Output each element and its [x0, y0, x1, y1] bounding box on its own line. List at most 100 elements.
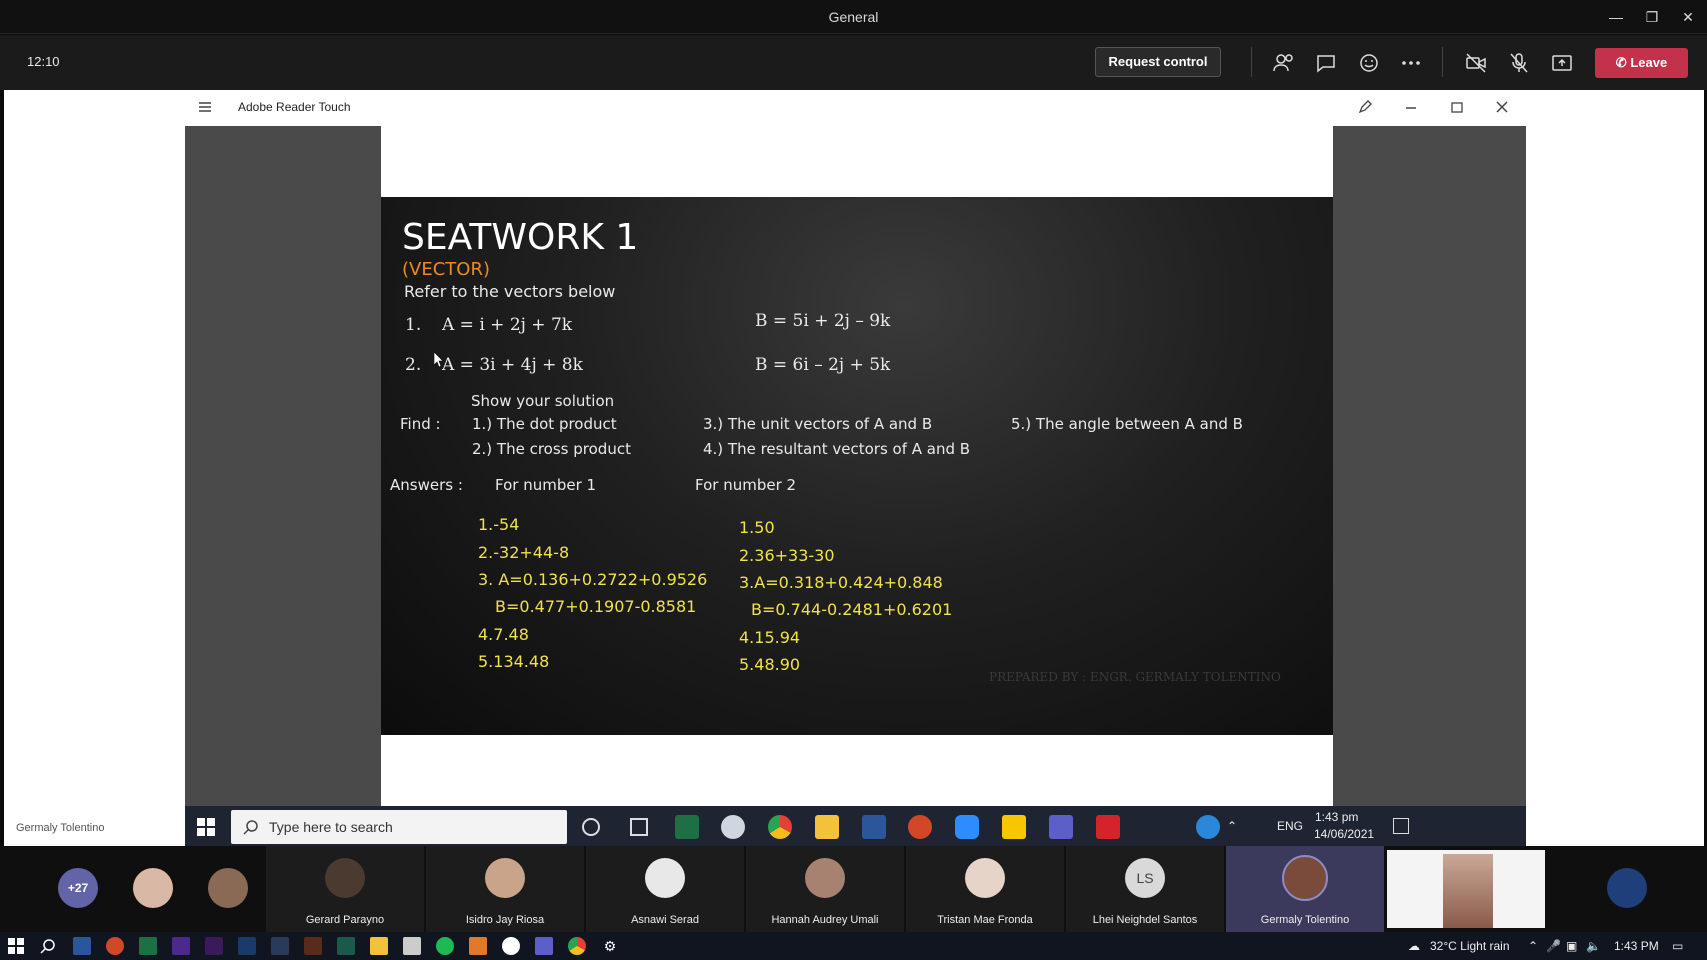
avatar[interactable]: [208, 868, 248, 908]
problem-vector-a: A = i + 2j + 7k: [442, 315, 573, 335]
powerpoint-icon[interactable]: [908, 815, 932, 839]
network-icon[interactable]: ▣: [1566, 939, 1577, 953]
chat-icon[interactable]: [1314, 51, 1338, 75]
pen-icon[interactable]: [1356, 98, 1374, 116]
excel-icon[interactable]: [675, 815, 699, 839]
os-taskbar: ⚙ ☁ 32°C Light rain ⌃ 🎤 ▣ 🔈 1:43 PM ▭: [0, 932, 1707, 960]
volume-icon[interactable]: 🔈: [1586, 939, 1601, 953]
weather-cloud-icon[interactable]: ☁: [1408, 939, 1420, 953]
word-icon[interactable]: [862, 815, 886, 839]
audition-icon[interactable]: [337, 937, 355, 955]
notification-icon[interactable]: [1393, 818, 1409, 834]
participant-tile[interactable]: Hannah Audrey Umali: [746, 846, 904, 932]
participant-tile[interactable]: Tristan Mae Fronda: [906, 846, 1064, 932]
self-video-preview[interactable]: [1387, 850, 1545, 928]
notification-icon[interactable]: ▭: [1672, 939, 1683, 953]
inner-clock-time: 1:43 pm: [1315, 810, 1359, 824]
teams-icon[interactable]: [535, 937, 553, 955]
lightroom-icon[interactable]: [271, 937, 289, 955]
problem-vector-b: B = 6i – 2j + 5k: [755, 355, 891, 375]
file-explorer-icon[interactable]: [370, 937, 388, 955]
inner-clock-date: 14/06/2021: [1314, 827, 1375, 841]
avatar[interactable]: [133, 868, 173, 908]
avatar[interactable]: [1607, 868, 1647, 908]
participant-strip: +27 Gerard Parayno Isidro Jay Riosa Asna…: [0, 846, 1707, 932]
reactions-icon[interactable]: [1357, 51, 1381, 75]
menu-icon[interactable]: [196, 98, 214, 116]
acrobat-icon[interactable]: [1096, 815, 1120, 839]
answer-col2: 4.15.94: [739, 628, 801, 647]
search-icon[interactable]: [40, 938, 56, 954]
phone-hangup-icon: ✆: [1615, 55, 1627, 70]
self-video-person: [1443, 854, 1493, 928]
file-explorer-icon[interactable]: [815, 815, 839, 839]
restore-icon[interactable]: [1448, 98, 1466, 116]
request-control-button[interactable]: Request control: [1095, 47, 1221, 77]
problem-number: 1.: [405, 315, 422, 335]
cortana-icon[interactable]: [582, 818, 600, 836]
premiere-icon[interactable]: [205, 937, 223, 955]
camera-off-icon[interactable]: [1464, 51, 1488, 75]
slide-footer: PREPARED BY : ENGR. GERMALY TOLENTINO: [989, 670, 1281, 684]
task-view-icon[interactable]: [630, 818, 648, 836]
chrome-icon[interactable]: [768, 815, 792, 839]
teams-icon[interactable]: [1049, 815, 1073, 839]
os-clock-time: 1:43 PM: [1614, 939, 1659, 953]
weather-status[interactable]: 32°C Light rain: [1430, 939, 1510, 953]
after-effects-icon[interactable]: [172, 937, 190, 955]
store-icon[interactable]: [403, 937, 421, 955]
find-label: Find :: [400, 415, 441, 433]
answer-col1: 1.-54: [478, 515, 520, 534]
restore-icon[interactable]: ❐: [1642, 8, 1662, 26]
leave-button[interactable]: ✆ Leave: [1595, 48, 1688, 78]
problem-vector-b: B = 5i + 2j – 9k: [755, 311, 891, 331]
more-icon[interactable]: [1399, 51, 1423, 75]
overflow-participants[interactable]: +27: [58, 868, 98, 908]
minimize-icon[interactable]: —: [1606, 8, 1626, 26]
participant-tile-active-speaker[interactable]: Germaly Tolentino: [1226, 846, 1384, 932]
minimize-icon[interactable]: [1402, 98, 1420, 116]
taskbar-search-box[interactable]: Type here to search: [231, 810, 567, 844]
answer-col1: B=0.477+0.1907-0.8581: [495, 597, 697, 616]
language-indicator[interactable]: ENG: [1277, 819, 1303, 833]
app-icon[interactable]: [721, 815, 745, 839]
photoshop-icon[interactable]: [238, 937, 256, 955]
document-viewer[interactable]: SEATWORK 1 (VECTOR) Refer to the vectors…: [185, 126, 1526, 810]
participant-name: Asnawi Serad: [631, 914, 699, 926]
tray-chevron-icon[interactable]: ⌃: [1528, 939, 1538, 953]
excel-icon[interactable]: [139, 937, 157, 955]
windows-start-icon[interactable]: [8, 938, 24, 954]
people-icon[interactable]: [1272, 51, 1296, 75]
participant-tile[interactable]: Isidro Jay Riosa: [426, 846, 584, 932]
app-icon[interactable]: [469, 937, 487, 955]
animate-icon[interactable]: [304, 937, 322, 955]
chrome-icon[interactable]: [568, 937, 586, 955]
participant-tile[interactable]: Gerard Parayno: [266, 846, 424, 932]
answer-col1: 4.7.48: [478, 625, 529, 644]
spotify-icon[interactable]: [436, 937, 454, 955]
mic-icon[interactable]: 🎤: [1546, 939, 1561, 953]
word-icon[interactable]: [73, 937, 91, 955]
slide-subtitle: (VECTOR): [402, 259, 490, 280]
tray-chevron-icon[interactable]: ⌃: [1227, 819, 1237, 833]
reader-title-bar: Adobe Reader Touch: [4, 90, 1704, 124]
participant-name: Isidro Jay Riosa: [465, 914, 545, 926]
participant-tile[interactable]: Asnawi Serad: [586, 846, 744, 932]
windows-start-icon[interactable]: [197, 818, 215, 836]
sticky-notes-icon[interactable]: [1002, 815, 1026, 839]
mic-off-icon[interactable]: [1507, 51, 1531, 75]
pdf-page: SEATWORK 1 (VECTOR) Refer to the vectors…: [381, 126, 1333, 810]
avatar: [325, 858, 365, 898]
share-icon[interactable]: [1550, 51, 1574, 75]
show-solution-text: Show your solution: [471, 392, 615, 410]
close-icon[interactable]: ✕: [1678, 8, 1698, 26]
participant-name: Germaly Tolentino: [1260, 914, 1350, 926]
participant-tile[interactable]: LS Lhei Neighdel Santos: [1066, 846, 1224, 932]
messenger-icon[interactable]: [502, 937, 520, 955]
settings-icon[interactable]: ⚙: [601, 937, 619, 955]
answer-col1: 5.134.48: [478, 652, 550, 671]
close-icon[interactable]: [1493, 98, 1511, 116]
powerpoint-icon[interactable]: [106, 937, 124, 955]
help-icon[interactable]: [1196, 815, 1220, 839]
zoom-icon[interactable]: [955, 815, 979, 839]
